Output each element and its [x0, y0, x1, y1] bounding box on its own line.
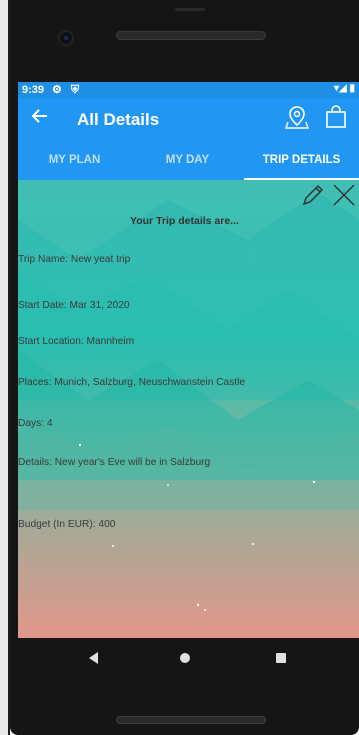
places: Places: Munich, Salzburg, Neuschwanstein…: [18, 377, 246, 388]
tab-trip-details[interactable]: TRIP DETAILS: [244, 140, 359, 180]
app-screen: 9:39 ⚙ ⛨ ▾◢ ▮ All Details MY PLAN MY DAY…: [18, 82, 359, 638]
status-time: 9:39: [22, 84, 45, 96]
tab-my-plan[interactable]: MY PLAN: [18, 140, 131, 180]
tab-my-day[interactable]: MY DAY: [131, 140, 244, 180]
page-title: All Details: [77, 110, 160, 129]
status-left-icons: ⚙ ⛨: [52, 84, 83, 96]
trip-details-panel: Your Trip details are... Trip Name: New …: [18, 180, 359, 638]
front-camera: [60, 32, 72, 44]
shopping-bag-icon[interactable]: [323, 104, 349, 130]
budget: Budget (In EUR): 400: [18, 519, 116, 530]
home-nav-icon[interactable]: [175, 648, 195, 668]
mountain-background: [18, 180, 359, 638]
app-bar: All Details: [18, 98, 359, 140]
start-date: Start Date: Mar 31, 2020: [18, 300, 130, 311]
android-nav-bar: [10, 638, 359, 680]
map-pin-icon[interactable]: [284, 104, 310, 130]
tab-bar: MY PLAN MY DAY TRIP DETAILS: [18, 140, 359, 180]
edit-pencil-icon[interactable]: [300, 182, 326, 208]
trip-heading: Your Trip details are...: [130, 215, 239, 227]
days: Days: 4: [18, 418, 53, 429]
back-nav-icon[interactable]: [84, 648, 104, 668]
bottom-speaker: [116, 716, 266, 724]
status-bar: 9:39 ⚙ ⛨ ▾◢ ▮: [18, 82, 359, 98]
recents-nav-icon[interactable]: [271, 648, 291, 668]
back-arrow-icon[interactable]: [30, 106, 50, 130]
start-location: Start Location: Mannheim: [18, 336, 135, 347]
close-icon[interactable]: [330, 181, 358, 209]
trip-name: Trip Name: New yeat trip: [18, 254, 131, 265]
top-speaker: [116, 31, 266, 40]
details: Details: New year's Eve will be in Salzb…: [18, 457, 211, 468]
status-right-icons: ▾◢ ▮: [334, 83, 355, 94]
phone-notch: [175, 8, 205, 11]
